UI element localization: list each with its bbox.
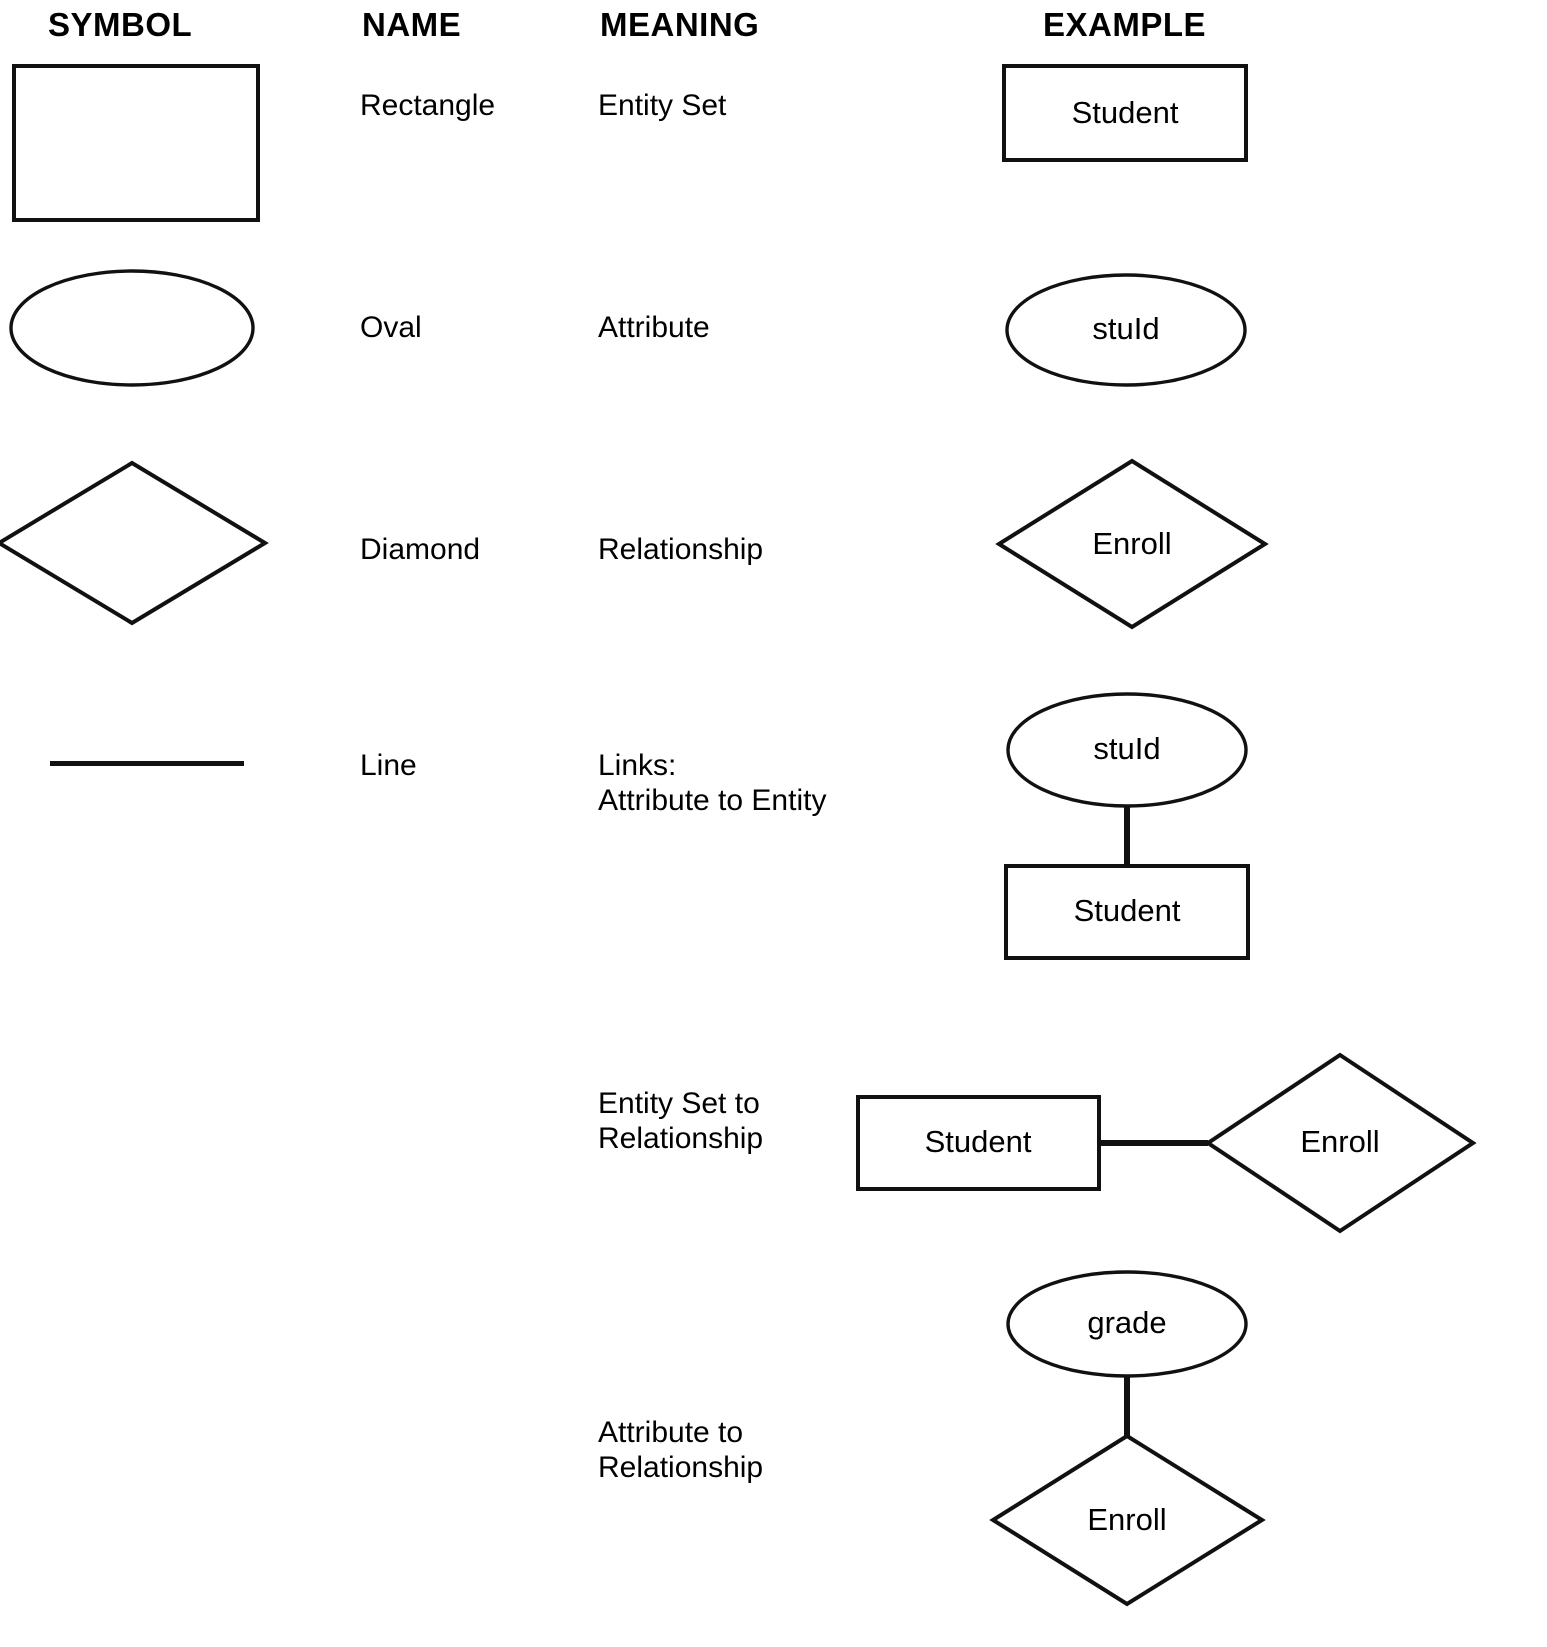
oval-shape	[9, 269, 255, 387]
attribute-to-relationship-diagram: grade Enroll	[989, 1270, 1266, 1607]
column-header-example: EXAMPLE	[1043, 6, 1207, 43]
row-meaning-relationship: Relationship	[598, 533, 764, 566]
attribute-label: grade	[1087, 1305, 1166, 1340]
example-entity-set: Student	[1002, 64, 1248, 162]
attribute-to-entity-diagram: stuId Student	[1004, 692, 1250, 960]
column-header-name: NAME	[362, 6, 462, 43]
symbol-oval	[8, 268, 256, 388]
diamond-shape	[0, 460, 269, 626]
example-entity-set-to-relationship: Student Enroll	[856, 1040, 1547, 1250]
row-name-diamond: Diamond	[360, 533, 481, 566]
row-meaning-entity-set-to-relationship: Entity Set to Relationship	[598, 1087, 764, 1156]
row-meaning-entity-set: Entity Set	[598, 89, 727, 122]
attribute-label: stuId	[1093, 731, 1160, 766]
example-attribute: stuId	[1004, 272, 1248, 388]
attribute-label: stuId	[1092, 311, 1159, 346]
row-name-oval: Oval	[360, 311, 422, 344]
column-header-meaning: MEANING	[600, 6, 760, 43]
entity-label: Student	[1074, 893, 1181, 928]
example-attribute-to-relationship: grade Enroll	[989, 1268, 1268, 1647]
relationship-label: Enroll	[1300, 1124, 1379, 1159]
row-name-rectangle: Rectangle	[360, 89, 496, 122]
entity-label: Student	[925, 1124, 1032, 1159]
entity-to-relationship-diagram: Student Enroll	[856, 1052, 1477, 1234]
symbol-line	[50, 761, 244, 766]
symbol-rectangle	[12, 64, 260, 222]
entity-label: Student	[1072, 95, 1179, 130]
row-meaning-attribute: Attribute	[598, 311, 710, 344]
row-meaning-attribute-to-relationship: Attribute to Relationship	[598, 1416, 764, 1485]
relationship-diamond-enroll: Enroll	[995, 458, 1269, 630]
symbol-diamond	[0, 460, 269, 626]
er-notation-legend: SYMBOL NAME MEANING EXAMPLE Rectangle En…	[0, 0, 1547, 1647]
relationship-label: Enroll	[1092, 526, 1171, 561]
row-meaning-links-attribute-to-entity: Links: Attribute to Entity	[598, 749, 827, 818]
example-attribute-to-entity: stuId Student	[1004, 690, 1250, 960]
entity-rectangle-student: Student	[1002, 64, 1248, 162]
row-name-line: Line	[360, 749, 417, 782]
relationship-label: Enroll	[1087, 1502, 1166, 1537]
column-header-symbol: SYMBOL	[48, 6, 193, 43]
attribute-oval-stuid: stuId	[1005, 273, 1247, 387]
example-relationship: Enroll	[995, 458, 1269, 630]
rectangle-shape	[12, 64, 260, 222]
